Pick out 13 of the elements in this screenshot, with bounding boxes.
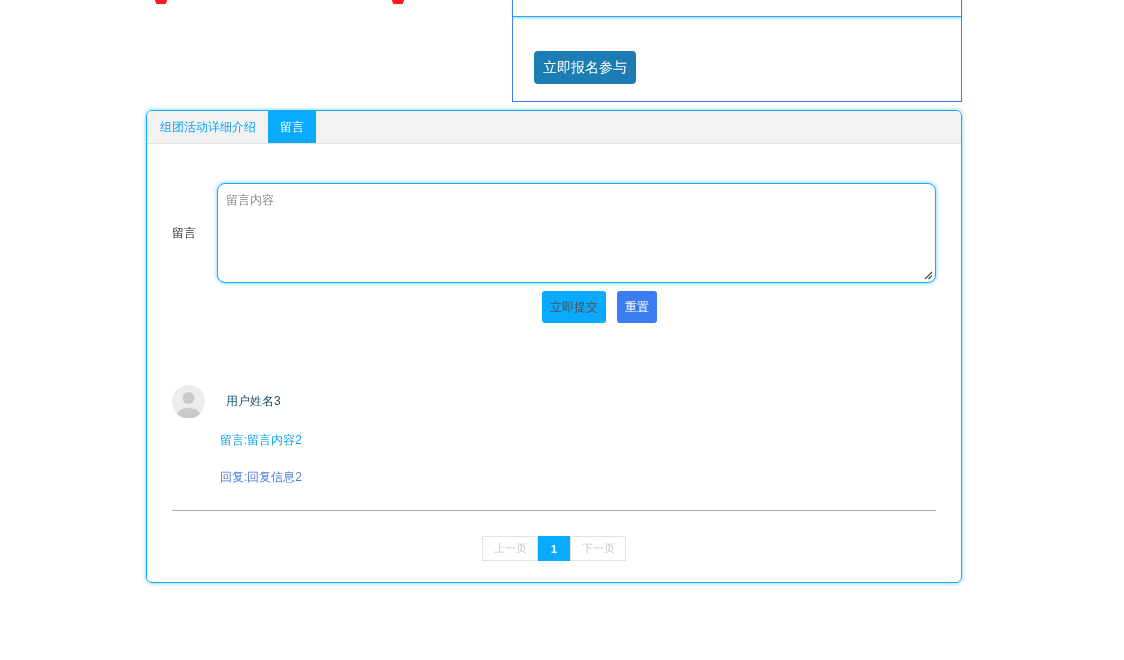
comment-message: 留言:留言内容2 — [220, 433, 302, 447]
avatar-icon — [172, 385, 205, 418]
message-field[interactable]: 留言内容 — [217, 183, 936, 283]
page-button[interactable]: 1 — [538, 536, 570, 561]
tab[interactable]: 留言 — [268, 111, 316, 143]
submit-button[interactable]: 立即提交 — [542, 291, 606, 323]
reset-button[interactable]: 重置 — [617, 291, 657, 323]
resize-handle-icon[interactable] — [924, 271, 933, 280]
comment-reply: 回复:回复信息2 — [220, 470, 302, 484]
field-label: 留言 — [172, 224, 197, 242]
user-name: 用户姓名3 — [226, 393, 281, 410]
tab[interactable]: 组团活动详细介绍 — [148, 111, 268, 143]
signup-button[interactable]: 立即报名参与 — [534, 51, 636, 84]
